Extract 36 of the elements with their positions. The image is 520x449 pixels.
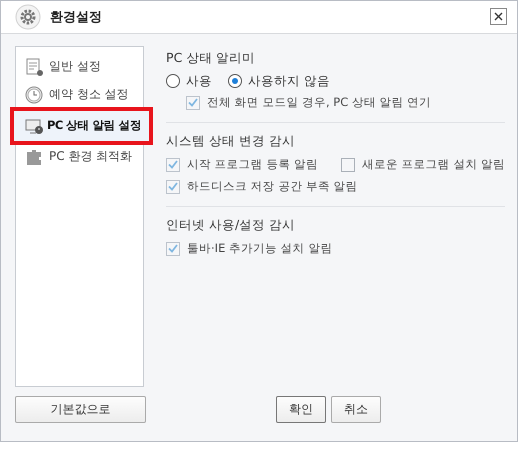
cancel-button[interactable]: 취소	[331, 396, 381, 422]
ok-button[interactable]: 확인	[276, 396, 326, 422]
checkbox-label: 새로운 프로그램 설치 알림	[362, 157, 505, 172]
section-title: PC 상태 알리미	[166, 50, 256, 66]
radio-label: 사용하지 않음	[248, 72, 330, 90]
checkbox[interactable]	[166, 158, 180, 172]
monitor-icon	[25, 116, 43, 134]
checkbox[interactable]	[186, 96, 200, 110]
check-icon	[168, 182, 178, 191]
reset-button[interactable]: 기본값으로	[15, 396, 146, 422]
window-title: 환경설정	[50, 8, 103, 26]
check-icon	[168, 160, 178, 169]
checkbox[interactable]	[166, 242, 180, 256]
close-icon	[494, 12, 503, 22]
check-icon	[188, 98, 198, 107]
close-button[interactable]	[490, 8, 507, 26]
sidebar-item[interactable]: PC 상태 알림 설정	[12, 108, 152, 142]
puzzle-icon	[25, 148, 43, 166]
section-title: 시스템 상태 변경 감시	[166, 132, 296, 150]
radio-button[interactable]	[166, 74, 180, 88]
checkbox[interactable]	[341, 158, 356, 172]
clock-icon	[25, 86, 43, 104]
checkbox-label: 전체 화면 모드일 경우, PC 상태 알림 연기	[207, 95, 432, 110]
radio-button[interactable]	[228, 74, 242, 88]
sidebar-item[interactable]: PC 환경 최적화	[16, 142, 144, 170]
checkbox-label: 하드디스크 저장 공간 부족 알림	[187, 179, 358, 194]
checkbox[interactable]	[166, 180, 180, 194]
check-icon	[168, 244, 178, 253]
checkbox-label: 툴바·IE 추가기능 설치 알림	[187, 241, 332, 256]
sidebar-item[interactable]: 예약 청소 설정	[16, 80, 144, 108]
gear-icon	[15, 4, 41, 30]
section-title: 인터넷 사용/설정 감시	[166, 216, 296, 234]
checkbox-label: 시작 프로그램 등록 알림	[187, 157, 318, 172]
radio-label: 사용	[186, 72, 212, 90]
sidebar-item[interactable]: 일반 설정	[16, 52, 144, 80]
document-gear-icon	[25, 58, 43, 76]
